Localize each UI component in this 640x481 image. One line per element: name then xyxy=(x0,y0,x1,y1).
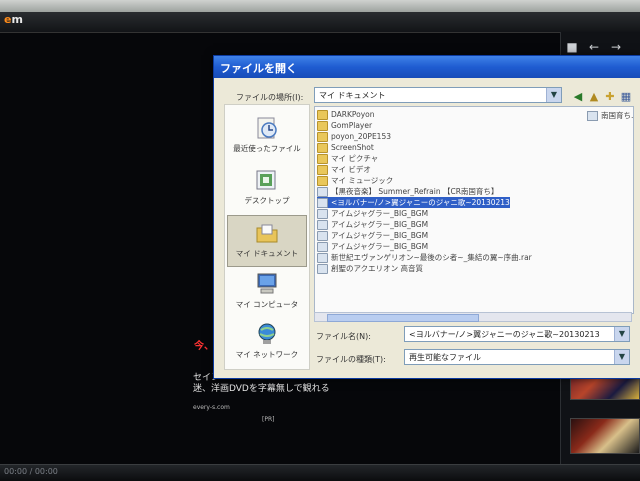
desktop-icon xyxy=(256,170,276,190)
media-file-icon xyxy=(317,242,328,252)
back-arrow-icon[interactable]: ← xyxy=(586,39,602,55)
recent-icon xyxy=(257,117,277,139)
playback-time: 00:00 / 00:00 xyxy=(4,467,58,476)
folder-icon xyxy=(317,143,328,153)
place-recent[interactable]: 最近使ったファイル xyxy=(227,111,307,163)
list-item[interactable]: マイ ピクチャ xyxy=(317,153,378,164)
place-label: 最近使ったファイル xyxy=(233,144,301,153)
list-item[interactable]: マイ ミュージック xyxy=(317,175,393,186)
place-label: デスクトップ xyxy=(244,196,290,205)
chevron-down-icon[interactable]: ▼ xyxy=(614,350,629,364)
file-list[interactable]: DARKPoyon GomPlayer poyon_20PE153 Screen… xyxy=(314,106,634,314)
app-logo: em xyxy=(4,13,23,26)
side-panel-toolbar: ■ ← → xyxy=(564,38,636,56)
list-item[interactable]: ScreenShot xyxy=(317,142,374,153)
promo-url[interactable]: every-s.com xyxy=(193,404,230,411)
look-in-select[interactable]: マイ ドキュメント ▼ xyxy=(314,87,562,103)
status-bar: 00:00 / 00:00 xyxy=(0,464,640,481)
my-computer-icon xyxy=(257,273,277,294)
filetype-value: 再生可能なファイル xyxy=(409,353,481,362)
place-label: マイ ドキュメント xyxy=(235,249,299,258)
media-file-icon xyxy=(317,209,328,219)
media-file-icon xyxy=(317,231,328,241)
view-menu-icon[interactable]: ▦ xyxy=(618,89,634,105)
list-item[interactable]: アイムジャグラー_BIG_BGM xyxy=(317,219,428,230)
place-label: マイ ネットワーク xyxy=(235,350,299,359)
filename-value: <ヨルバナー/ノ>翼ジャニーのジャニ歌~20130213 xyxy=(409,330,600,339)
look-in-value: マイ ドキュメント xyxy=(319,91,386,100)
list-item[interactable]: アイムジャグラー_BIG_BGM xyxy=(317,208,428,219)
folder-icon xyxy=(317,132,328,142)
media-file-icon xyxy=(317,198,328,208)
up-folder-icon[interactable]: ▲ xyxy=(586,89,602,105)
list-item[interactable]: poyon_20PE153 xyxy=(317,131,391,142)
folder-icon xyxy=(317,165,328,175)
filetype-select[interactable]: 再生可能なファイル ▼ xyxy=(404,349,630,365)
look-in-label: ファイルの場所(I): xyxy=(236,93,304,102)
pr-label: [PR] xyxy=(262,416,275,423)
monitor-bezel xyxy=(0,0,640,12)
places-bar: 最近使ったファイル デスクトップ マイ ドキュメント マイ コンピュータ マイ … xyxy=(224,104,310,370)
new-folder-icon[interactable]: ✚ xyxy=(602,89,618,105)
app-toolbar xyxy=(0,12,640,33)
chevron-down-icon[interactable]: ▼ xyxy=(546,88,561,102)
folder-icon xyxy=(317,176,328,186)
open-file-dialog: ファイルを開く ファイルの場所(I): マイ ドキュメント ▼ ◀ ▲ ✚ ▦ … xyxy=(213,55,640,379)
place-label: マイ コンピュータ xyxy=(235,300,299,309)
my-documents-icon xyxy=(256,224,278,243)
promo-heading: 今、 xyxy=(194,341,214,352)
filename-input[interactable]: <ヨルバナー/ノ>翼ジャニーのジャニ歌~20130213 ▼ xyxy=(404,326,630,342)
list-item[interactable]: 【黒夜音楽】 Summer_Refrain 【CR南国育ち】 xyxy=(317,186,498,197)
place-my-computer[interactable]: マイ コンピュータ xyxy=(227,267,307,319)
folder-icon xyxy=(317,121,328,131)
list-item[interactable]: GomPlayer xyxy=(317,120,372,131)
list-item[interactable]: DARKPoyon xyxy=(317,109,375,120)
filename-label: ファイル名(N): xyxy=(316,332,371,341)
place-desktop[interactable]: デスクトップ xyxy=(227,163,307,215)
list-item-selected[interactable]: <ヨルバナー/ノ>翼ジャニーのジャニ歌~20130213 xyxy=(317,197,510,208)
list-item[interactable]: アイムジャグラー_BIG_BGM xyxy=(317,241,428,252)
place-network[interactable]: マイ ネットワーク xyxy=(227,317,307,369)
list-item[interactable]: 南国育ち. xyxy=(587,110,633,121)
media-file-icon xyxy=(317,187,328,197)
video-thumbnail[interactable] xyxy=(570,418,640,454)
media-file-icon xyxy=(587,111,598,121)
chevron-down-icon[interactable]: ▼ xyxy=(614,327,629,341)
network-icon xyxy=(258,323,276,344)
dialog-titlebar[interactable]: ファイルを開く xyxy=(214,56,640,78)
horizontal-scrollbar[interactable] xyxy=(314,312,632,322)
folder-icon xyxy=(317,110,328,120)
grid-icon[interactable]: ■ xyxy=(564,39,580,55)
list-item[interactable]: 創聖のアクエリオン 高音質 xyxy=(317,263,423,274)
media-file-icon xyxy=(317,253,328,263)
dialog-title: ファイルを開く xyxy=(220,62,297,75)
forward-arrow-icon[interactable]: → xyxy=(608,39,624,55)
place-my-documents[interactable]: マイ ドキュメント xyxy=(227,215,307,267)
back-icon[interactable]: ◀ xyxy=(570,89,586,105)
media-file-icon xyxy=(317,264,328,274)
scrollbar-thumb[interactable] xyxy=(327,314,479,322)
list-item[interactable]: アイムジャグラー_BIG_BGM xyxy=(317,230,428,241)
media-file-icon xyxy=(317,220,328,230)
promo-link[interactable]: 迷、洋画DVDを字幕無しで観れる xyxy=(193,381,330,394)
list-item[interactable]: マイ ビデオ xyxy=(317,164,371,175)
list-item[interactable]: 新世紀エヴァンゲリオン~最後のシ者~_集結の翼~序曲.rar xyxy=(317,252,532,263)
filetype-label: ファイルの種類(T): xyxy=(316,355,386,364)
folder-icon xyxy=(317,154,328,164)
